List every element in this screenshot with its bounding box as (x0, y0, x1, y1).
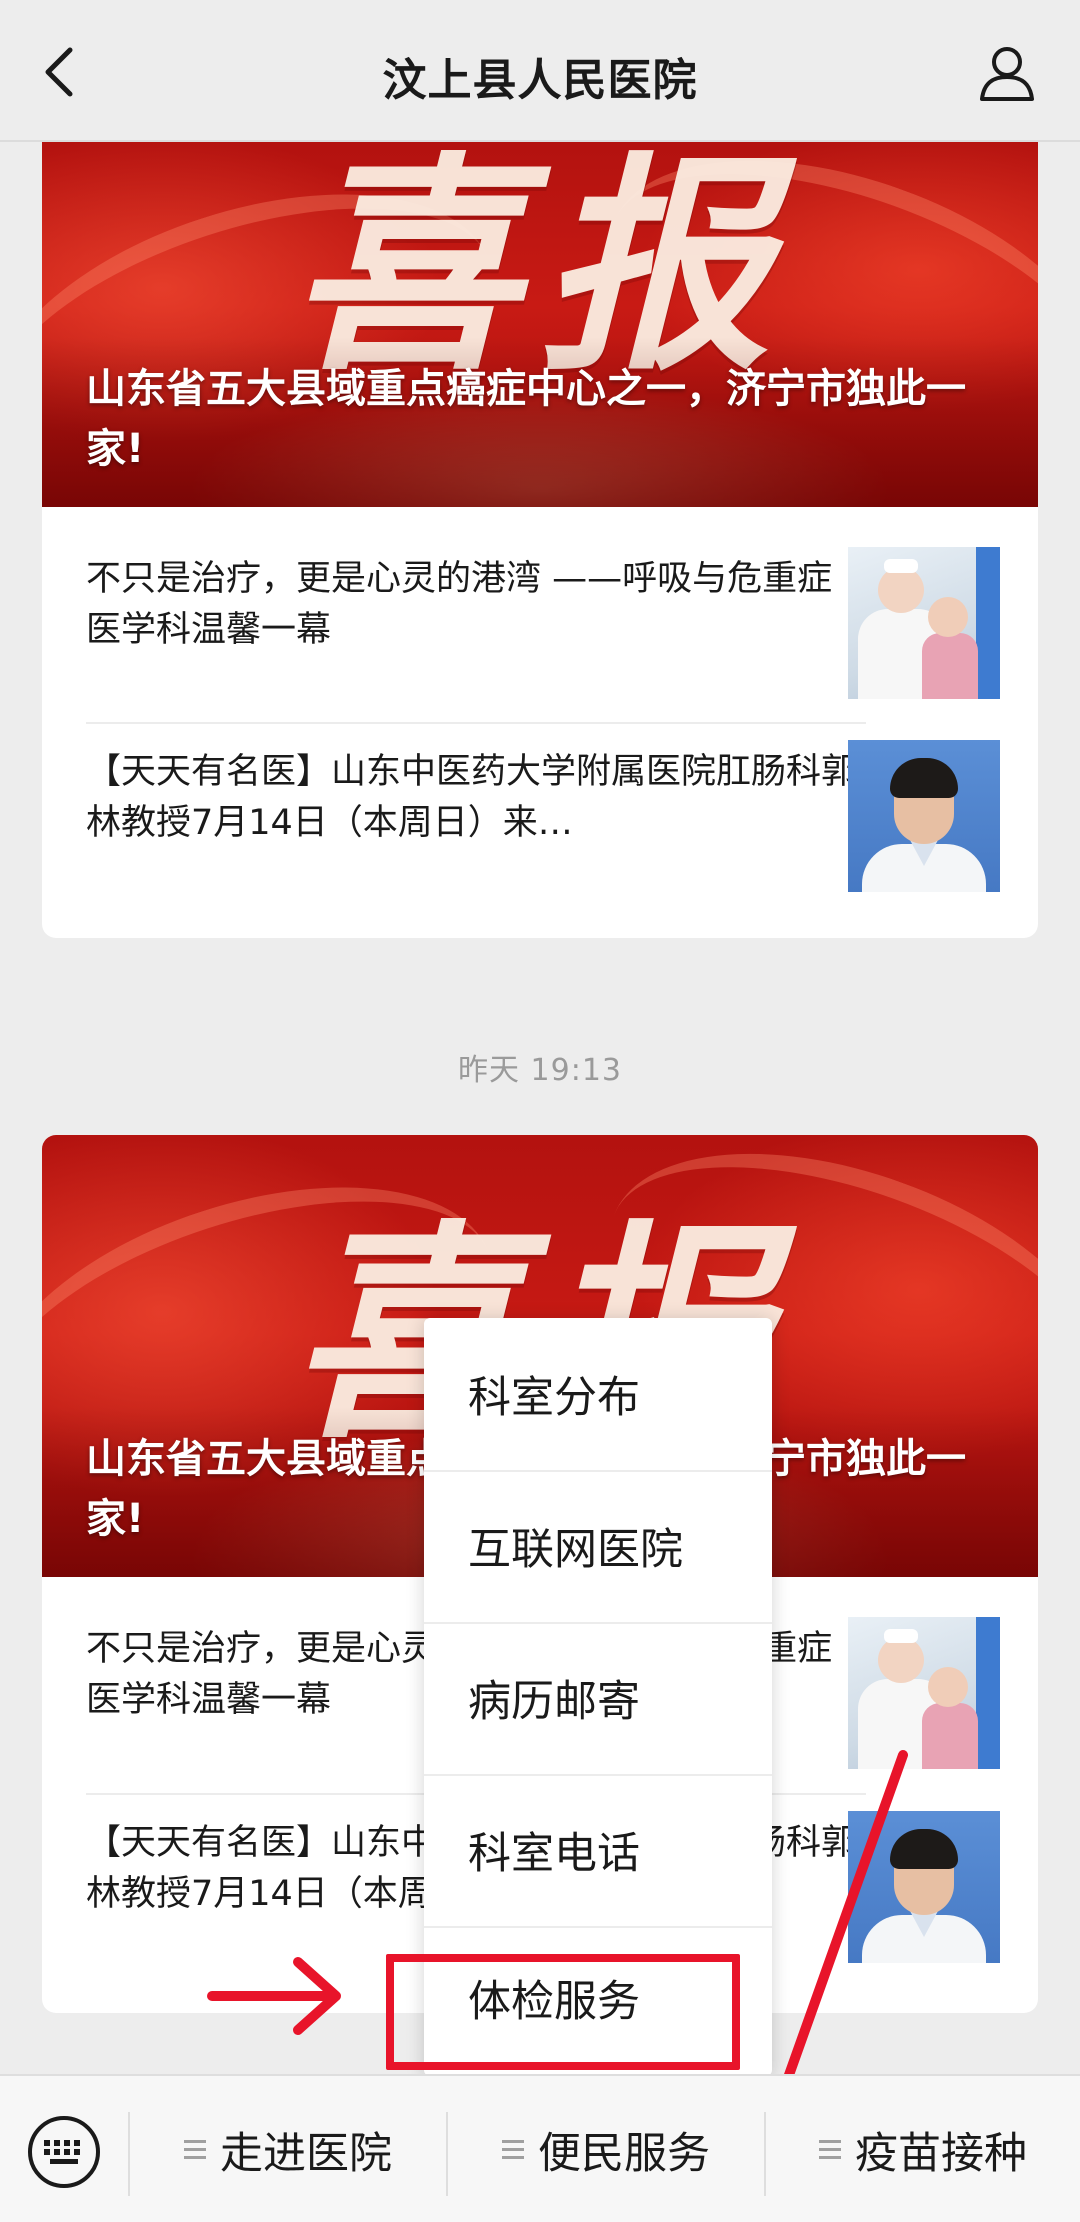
list-item[interactable]: 不只是治疗，更是心灵的港湾 ——呼吸与危重症医学科温馨一幕 (86, 507, 1000, 702)
top-bar: 汶上县人民医院 (0, 0, 1080, 142)
tab-about-hospital[interactable]: 走进医院 (130, 2076, 446, 2222)
tab-label: 便民服务 (538, 2129, 710, 2179)
hamburger-icon (184, 2140, 206, 2160)
list-item[interactable]: 【天天有名医】山东中医药大学附属医院肛肠科郭林教授7月14日（本周日）来… (86, 700, 1000, 895)
bottom-menu-bar: 走进医院 便民服务 疫苗接种 (0, 2074, 1080, 2222)
keyboard-icon[interactable] (26, 2114, 102, 2190)
hamburger-icon (502, 2140, 524, 2160)
page-title: 汶上县人民医院 (382, 55, 698, 106)
highlight-box (386, 1954, 740, 2070)
article-card[interactable]: 喜报 山东省五大县域重点癌症中心之一，济宁市独此一家! 不只是治疗，更是心灵的港… (42, 142, 1038, 938)
hero-banner[interactable]: 喜报 山东省五大县域重点癌症中心之一，济宁市独此一家! (42, 142, 1038, 507)
timestamp: 昨天 19:13 (458, 1053, 622, 1088)
list-item-title: 不只是治疗，更是心灵的港湾 ——呼吸与危重症医学科温馨一幕 (86, 558, 833, 650)
tab-label: 走进医院 (220, 2129, 392, 2179)
list-item-title: 【天天有名医】山东中医药大学附属医院肛肠科郭林教授7月14日（本周日）来… (86, 751, 856, 843)
menu-item-record-mailing[interactable]: 病历邮寄 (424, 1622, 772, 1774)
hamburger-icon (819, 2140, 841, 2160)
thumbnail-image (848, 740, 1000, 892)
menu-item-department-phone[interactable]: 科室电话 (424, 1774, 772, 1926)
thumbnail-image (848, 1617, 1000, 1769)
tab-vaccination[interactable]: 疫苗接种 (766, 2076, 1080, 2222)
thumbnail-image (848, 547, 1000, 699)
menu-item-internet-hospital[interactable]: 互联网医院 (424, 1470, 772, 1622)
person-icon[interactable] (978, 44, 1036, 102)
thumbnail-image (848, 1811, 1000, 1963)
menu-item-department-layout[interactable]: 科室分布 (424, 1318, 772, 1470)
hero-headline[interactable]: 山东省五大县域重点癌症中心之一，济宁市独此一家! (86, 359, 998, 479)
tab-convenience-services[interactable]: 便民服务 (448, 2076, 764, 2222)
tab-label: 疫苗接种 (855, 2129, 1027, 2179)
